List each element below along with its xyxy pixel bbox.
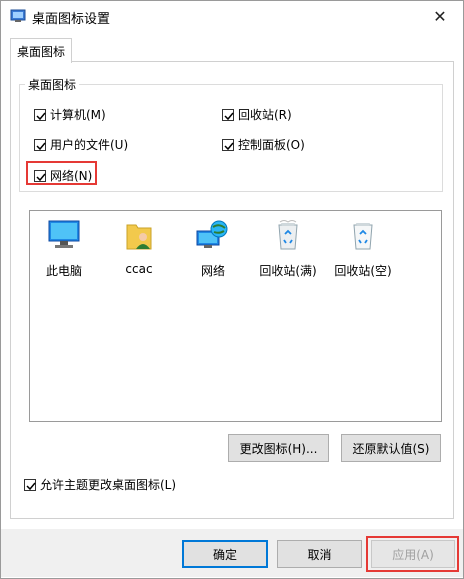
- button-label: 更改图标(H)...: [239, 441, 318, 456]
- checkbox-label: 允许主题更改桌面图标(L): [40, 478, 177, 492]
- icon-label: 此电脑: [45, 264, 82, 278]
- network-highlight-box: [26, 161, 97, 185]
- checkmark-icon: [26, 482, 36, 490]
- checkbox-user-files[interactable]: 用户的文件(U): [34, 136, 128, 153]
- recycle-bin-empty-icon: [353, 223, 373, 250]
- checkbox-control-panel[interactable]: 控制面板(O): [222, 136, 305, 153]
- icon-label: 网络: [200, 264, 225, 278]
- user-folder-icon: [126, 224, 152, 250]
- checkbox-box[interactable]: [222, 108, 234, 121]
- checkbox-label: 回收站(R): [238, 108, 292, 122]
- icon-label: 回收站(空): [334, 264, 392, 278]
- title-bar[interactable]: 桌面图标设置 ✕: [1, 1, 463, 31]
- ok-button[interactable]: 确定: [182, 540, 268, 568]
- icon-list[interactable]: 此电脑 ccac 网络 回收站(满) 回收站(空): [29, 210, 442, 422]
- button-label: 取消: [307, 547, 332, 562]
- checkmark-icon: [36, 112, 46, 120]
- checkbox-label: 控制面板(O): [238, 138, 305, 152]
- icon-item-this-pc[interactable]: 此电脑: [33, 219, 95, 279]
- checkbox-box[interactable]: [222, 138, 234, 151]
- apply-highlight-box: [366, 536, 459, 572]
- change-icon-button[interactable]: 更改图标(H)...: [228, 434, 329, 462]
- icon-item-user-folder[interactable]: ccac: [108, 219, 170, 276]
- icon-label: ccac: [125, 262, 153, 276]
- window-title: 桌面图标设置: [32, 12, 111, 27]
- button-label: 还原默认值(S): [352, 441, 430, 456]
- checkmark-icon: [224, 142, 234, 150]
- checkbox-box[interactable]: [34, 138, 46, 151]
- icon-label: 回收站(满): [259, 264, 317, 278]
- checkbox-computer[interactable]: 计算机(M): [34, 106, 106, 123]
- checkbox-recycle-bin[interactable]: 回收站(R): [222, 106, 292, 123]
- checkbox-box[interactable]: [34, 108, 46, 121]
- checkmark-icon: [224, 112, 234, 120]
- network-icon: [196, 220, 228, 248]
- icon-item-recycle-empty[interactable]: 回收站(空): [332, 219, 394, 279]
- checkbox-allow-theme[interactable]: 允许主题更改桌面图标(L): [24, 476, 176, 493]
- restore-default-button[interactable]: 还原默认值(S): [341, 434, 441, 462]
- checkmark-icon: [36, 142, 46, 150]
- checkbox-label: 计算机(M): [50, 108, 106, 122]
- checkbox-label: 用户的文件(U): [50, 138, 129, 152]
- cancel-button[interactable]: 取消: [277, 540, 362, 568]
- checkbox-box[interactable]: [24, 478, 36, 491]
- recycle-bin-full-icon: [278, 220, 298, 250]
- icon-item-recycle-full[interactable]: 回收站(满): [257, 219, 319, 279]
- tab-desktop-icons[interactable]: 桌面图标: [10, 38, 72, 63]
- close-icon: ✕: [433, 6, 447, 26]
- icon-item-network[interactable]: 网络: [182, 219, 244, 279]
- button-label: 确定: [212, 547, 237, 562]
- group-label: 桌面图标: [25, 76, 80, 93]
- computer-icon: [48, 220, 80, 248]
- tab-label: 桌面图标: [16, 44, 65, 59]
- close-button[interactable]: ✕: [417, 1, 463, 31]
- settings-app-icon: [10, 8, 26, 24]
